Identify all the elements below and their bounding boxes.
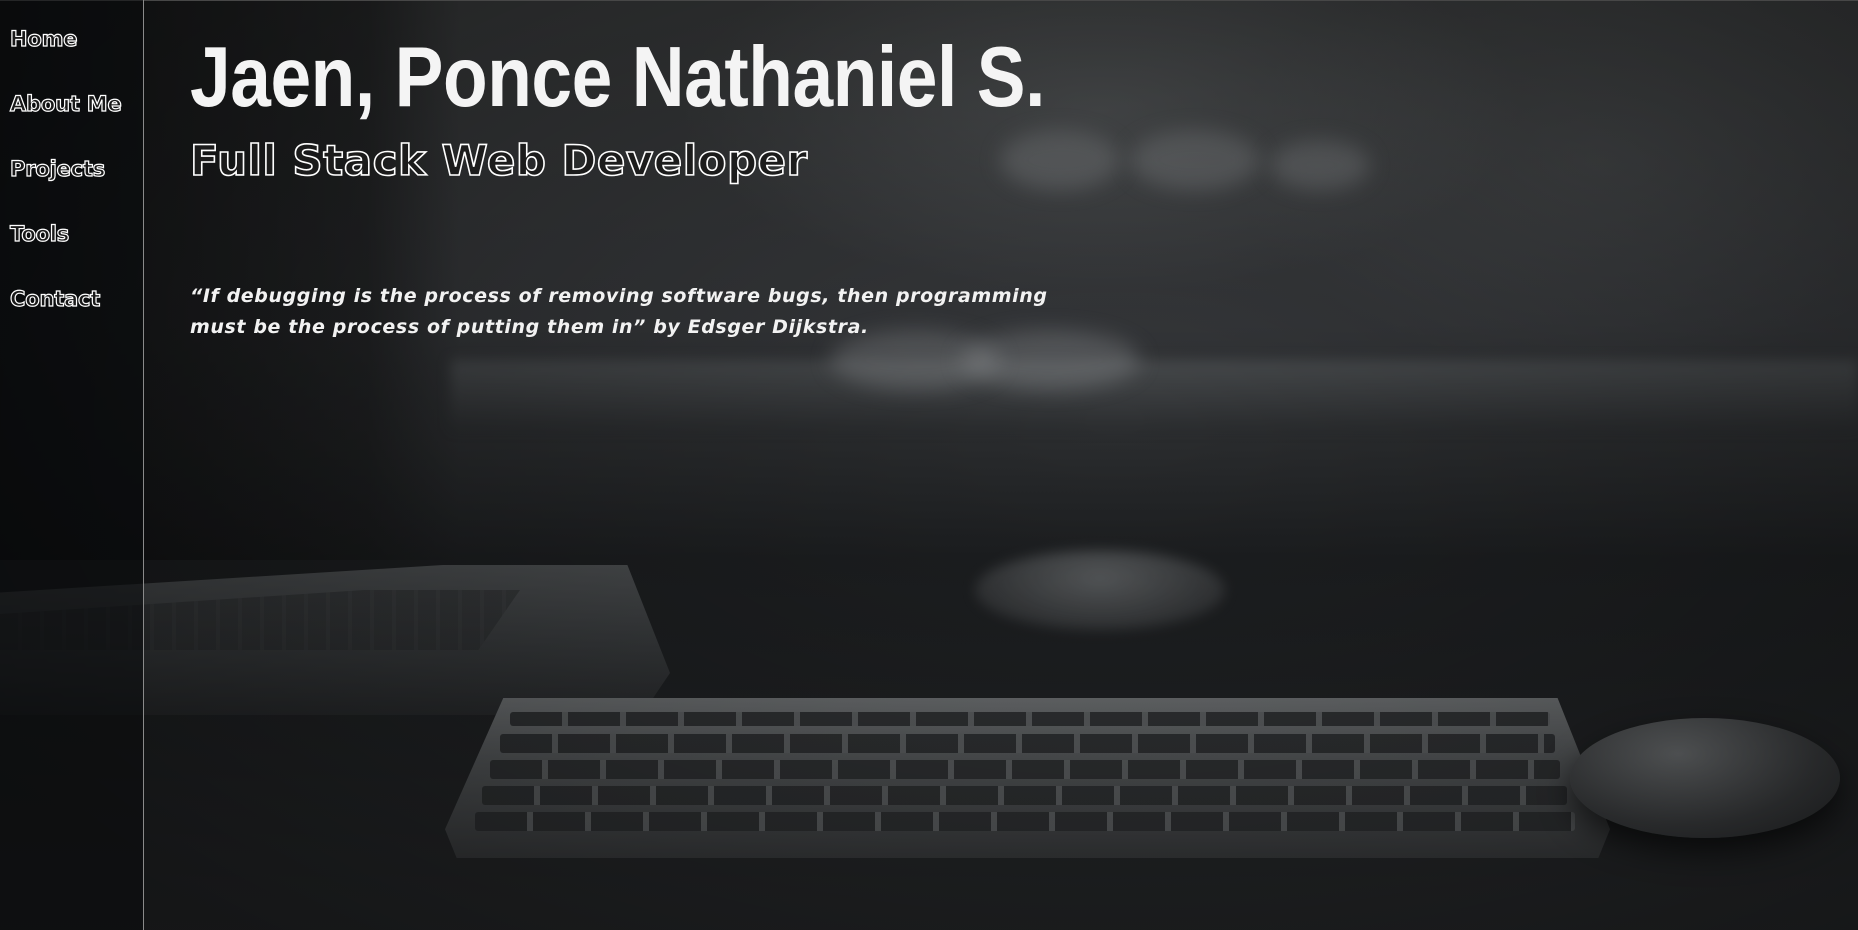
nav-list: Home About Me Projects Tools Contact [0,0,143,352]
hero-quote: “If debugging is the process of removing… [190,285,1048,338]
nav-link-about-me[interactable]: About Me [9,91,122,116]
nav-link-contact[interactable]: Contact [9,286,100,311]
sidebar-nav: Home About Me Projects Tools Contact [0,0,144,930]
nav-list-item: Tools [9,221,143,287]
hero-role: Full Stack Web Developer [189,135,808,186]
page: Home About Me Projects Tools Contact Jae… [0,0,1858,930]
nav-list-item: About Me [9,91,143,157]
nav-link-projects[interactable]: Projects [9,156,105,181]
nav-list-item: Home [9,26,143,92]
nav-link-tools[interactable]: Tools [9,221,69,246]
nav-list-item: Contact [9,286,143,352]
nav-list-item: Projects [9,156,143,222]
top-divider [0,0,1858,1]
hero-name: Jaen, Ponce Nathaniel S. [190,30,1046,125]
nav-link-home[interactable]: Home [9,26,78,51]
hero-section: Jaen, Ponce Nathaniel S. Full Stack Web … [189,28,1830,343]
